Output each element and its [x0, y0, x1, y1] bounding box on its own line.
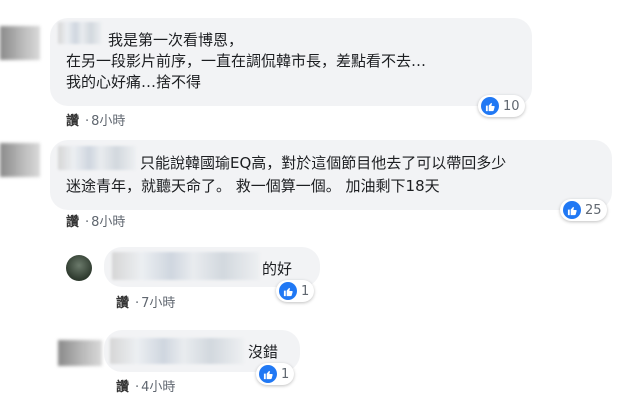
avatar[interactable] [66, 255, 92, 281]
comment-text-line: 迷途青年，就聽天命了。 救一個算一個。 加油剩下18天 [66, 177, 440, 195]
thumbs-up-icon [259, 365, 277, 383]
like-link[interactable]: 讚 [66, 215, 79, 230]
comment-text-line: 沒錯 [248, 343, 279, 361]
comment-text-line: 在另一段影片前序，一直在調侃韓市長，差點看不去… [66, 52, 427, 70]
comment-meta: 讚 · 4小時 [116, 376, 175, 395]
reaction-count: 1 [281, 366, 290, 382]
thumbs-up-icon [279, 282, 297, 300]
avatar[interactable] [58, 340, 102, 366]
thumbs-up-icon [563, 201, 581, 219]
commenter-name-redacted[interactable] [112, 252, 260, 280]
comment-text-line: 我是第一次看博恩， [108, 31, 244, 49]
reaction-count-badge[interactable]: 1 [276, 280, 315, 302]
reaction-count-badge[interactable]: 1 [256, 363, 295, 385]
reaction-count: 10 [503, 98, 520, 114]
comment-meta: 讚 · 8小時 [66, 110, 125, 129]
comment-text-line: 的好 [262, 260, 293, 278]
commenter-name-redacted[interactable] [58, 146, 136, 170]
separator: · [85, 114, 90, 129]
like-link[interactable]: 讚 [66, 114, 79, 129]
comment-meta: 讚 · 7小時 [116, 292, 175, 311]
avatar[interactable] [0, 143, 40, 177]
reaction-count: 1 [301, 283, 310, 299]
avatar[interactable] [0, 26, 40, 60]
thumbs-up-icon [481, 97, 499, 115]
separator: · [135, 296, 140, 311]
reaction-count-badge[interactable]: 25 [560, 199, 607, 221]
commenter-name-redacted[interactable] [58, 22, 102, 44]
comment-text-line: 只能說韓國瑜EQ高，對於這個節目他去了可以帶回多少 [140, 154, 507, 172]
comment-text-line: 我的心好痛…捨不得 [66, 73, 202, 91]
timestamp[interactable]: 7小時 [141, 296, 175, 311]
reaction-count: 25 [585, 202, 602, 218]
timestamp[interactable]: 8小時 [91, 114, 125, 129]
reaction-count-badge[interactable]: 10 [478, 95, 525, 117]
separator: · [85, 215, 90, 230]
separator: · [135, 380, 140, 395]
timestamp[interactable]: 8小時 [91, 215, 125, 230]
like-link[interactable]: 讚 [116, 380, 129, 395]
like-link[interactable]: 讚 [116, 296, 129, 311]
commenter-name-redacted[interactable] [110, 338, 244, 364]
comment-meta: 讚 · 8小時 [66, 211, 125, 230]
timestamp[interactable]: 4小時 [141, 380, 175, 395]
